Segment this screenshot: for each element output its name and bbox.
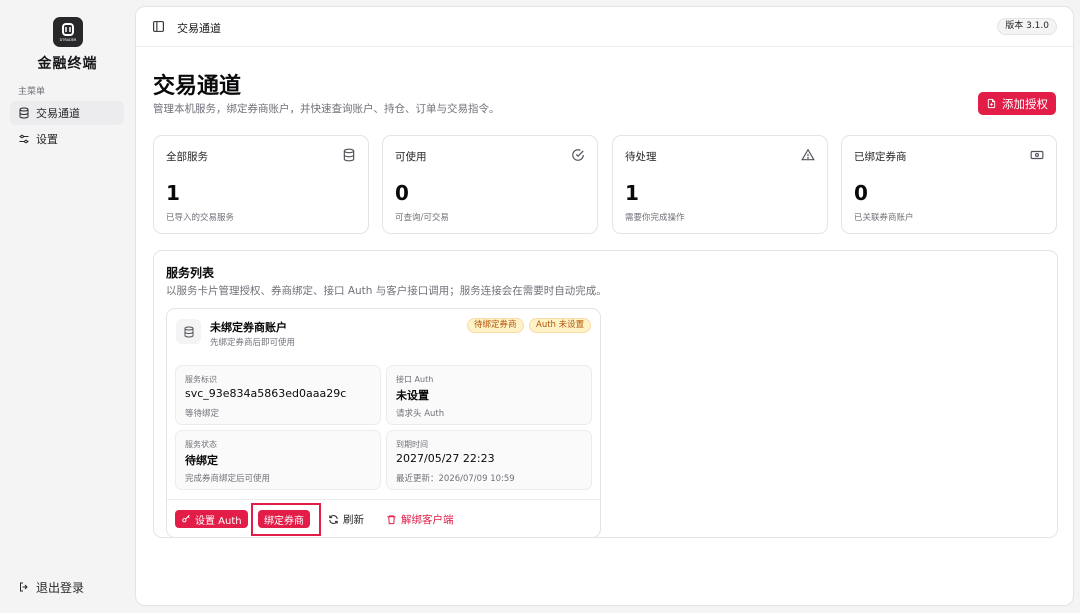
database-icon (343, 148, 355, 162)
stat-label: 可使用 (395, 151, 427, 163)
info-note: 完成券商绑定后可使用 (185, 474, 271, 484)
banknote-icon (1030, 150, 1044, 160)
status-badge-broker: 待绑定券商 (467, 318, 524, 333)
add-authorization-button[interactable]: 添加授权 (978, 92, 1056, 115)
app-title: 金融终端 (37, 56, 98, 72)
info-value: 未设置 (396, 389, 429, 402)
trash-icon (387, 514, 396, 524)
service-card: 未绑定券商账户 先绑定券商后即可使用 待绑定券商 Auth 未设置 服务标识 s… (166, 308, 601, 538)
stat-label: 已绑定券商 (854, 151, 907, 163)
info-box-service-status: 服务状态 待绑定 完成券商绑定后可使用 (175, 430, 381, 490)
main-panel: 交易通道 版本 3.1.0 交易通道 管理本机服务，绑定券商账户，并快速查询账户… (135, 6, 1074, 606)
info-note: 等待绑定 (185, 409, 220, 419)
info-value: 待绑定 (185, 454, 218, 467)
key-icon (182, 514, 190, 523)
service-subtitle: 先绑定券商后即可使用 (210, 338, 296, 348)
stat-card-bound-brokers: 已绑定券商 0 已关联券商账户 (841, 135, 1057, 234)
version-badge: 版本 3.1.0 (997, 18, 1057, 35)
stat-value: 1 (166, 181, 180, 205)
service-card-actions: 设置 Auth 绑定券商 刷新 解绑客户端 (167, 499, 600, 539)
set-auth-button[interactable]: 设置 Auth (175, 510, 248, 528)
stat-description: 已关联券商账户 (854, 213, 914, 223)
stat-value: 1 (625, 181, 639, 205)
file-plus-icon (987, 98, 996, 109)
sliders-icon (19, 134, 29, 144)
stat-label: 待处理 (625, 151, 657, 163)
info-box-service-id: 服务标识 svc_93e834a5863ed0aaa29c 等待绑定 (175, 365, 381, 425)
service-list-section: 服务列表 以服务卡片管理授权、券商绑定、接口 Auth 与客户接口调用；服务连接… (153, 250, 1058, 538)
bind-broker-label: 绑定券商 (264, 515, 304, 527)
sidebar-item-label: 交易通道 (36, 107, 80, 120)
status-badge-auth: Auth 未设置 (529, 318, 592, 333)
refresh-label: 刷新 (343, 513, 364, 526)
logout-label: 退出登录 (36, 580, 85, 595)
info-value: 2027/05/27 22:23 (396, 452, 495, 465)
sidebar-item-settings[interactable]: 设置 (10, 127, 124, 151)
check-circle-icon (572, 149, 584, 161)
set-auth-label: 设置 Auth (195, 515, 242, 527)
breadcrumb-title: 交易通道 (177, 22, 221, 35)
stat-card-all-services: 全部服务 1 已导入的交易服务 (153, 135, 369, 234)
service-list-title: 服务列表 (166, 266, 215, 280)
stat-description: 可查询/可交易 (395, 213, 449, 223)
info-note: 最近更新：2026/07/09 10:59 (396, 474, 515, 484)
info-note: 请求头 Auth (396, 409, 445, 419)
logo-mark-icon: DTRADER (60, 23, 77, 42)
sidebar-item-trading-channel[interactable]: 交易通道 (10, 101, 124, 125)
stat-card-pending: 待处理 1 需要你完成操作 (612, 135, 828, 234)
refresh-icon (329, 514, 338, 524)
logout-icon (20, 582, 28, 592)
add-authorization-label: 添加授权 (1002, 96, 1048, 111)
service-name: 未绑定券商账户 (210, 321, 287, 334)
info-label: 到期时间 (396, 440, 428, 449)
bind-broker-button[interactable]: 绑定券商 (258, 510, 310, 528)
top-bar: 交易通道 版本 3.1.0 (136, 7, 1073, 47)
database-icon (184, 326, 193, 338)
sidebar: DTRADER 金融终端 主菜单 交易通道 设置 退出登录 (0, 0, 135, 613)
menu-section-label: 主菜单 (18, 87, 46, 97)
refresh-button[interactable]: 刷新 (328, 510, 364, 528)
database-icon (19, 107, 29, 119)
stat-value: 0 (854, 181, 868, 205)
page-title: 交易通道 (153, 74, 242, 99)
sidebar-toggle-icon[interactable] (152, 20, 165, 33)
unbind-client-button[interactable]: 解绑客户端 (386, 510, 454, 528)
info-box-api-auth: 接口 Auth 未设置 请求头 Auth (386, 365, 592, 425)
warning-icon (801, 148, 815, 161)
logo-text: DTRADER (60, 38, 77, 42)
info-label: 接口 Auth (396, 375, 434, 384)
stat-label: 全部服务 (166, 151, 208, 163)
info-label: 服务标识 (185, 375, 217, 384)
page-subtitle: 管理本机服务，绑定券商账户，并快速查询账户、持仓、订单与交易指令。 (153, 103, 500, 115)
info-value: svc_93e834a5863ed0aaa29c (185, 387, 347, 400)
app-logo: DTRADER (53, 17, 83, 47)
service-icon-box (176, 319, 201, 344)
logout-button[interactable]: 退出登录 (10, 575, 84, 599)
info-label: 服务状态 (185, 440, 217, 449)
info-box-expiry: 到期时间 2027/05/27 22:23 最近更新：2026/07/09 10… (386, 430, 592, 490)
stat-card-available: 可使用 0 可查询/可交易 (382, 135, 598, 234)
unbind-client-label: 解绑客户端 (401, 513, 454, 526)
sidebar-item-label: 设置 (36, 133, 58, 146)
stat-description: 已导入的交易服务 (166, 213, 235, 223)
stat-description: 需要你完成操作 (625, 213, 685, 223)
stat-value: 0 (395, 181, 409, 205)
service-list-description: 以服务卡片管理授权、券商绑定、接口 Auth 与客户接口调用；服务连接会在需要时… (166, 285, 607, 297)
